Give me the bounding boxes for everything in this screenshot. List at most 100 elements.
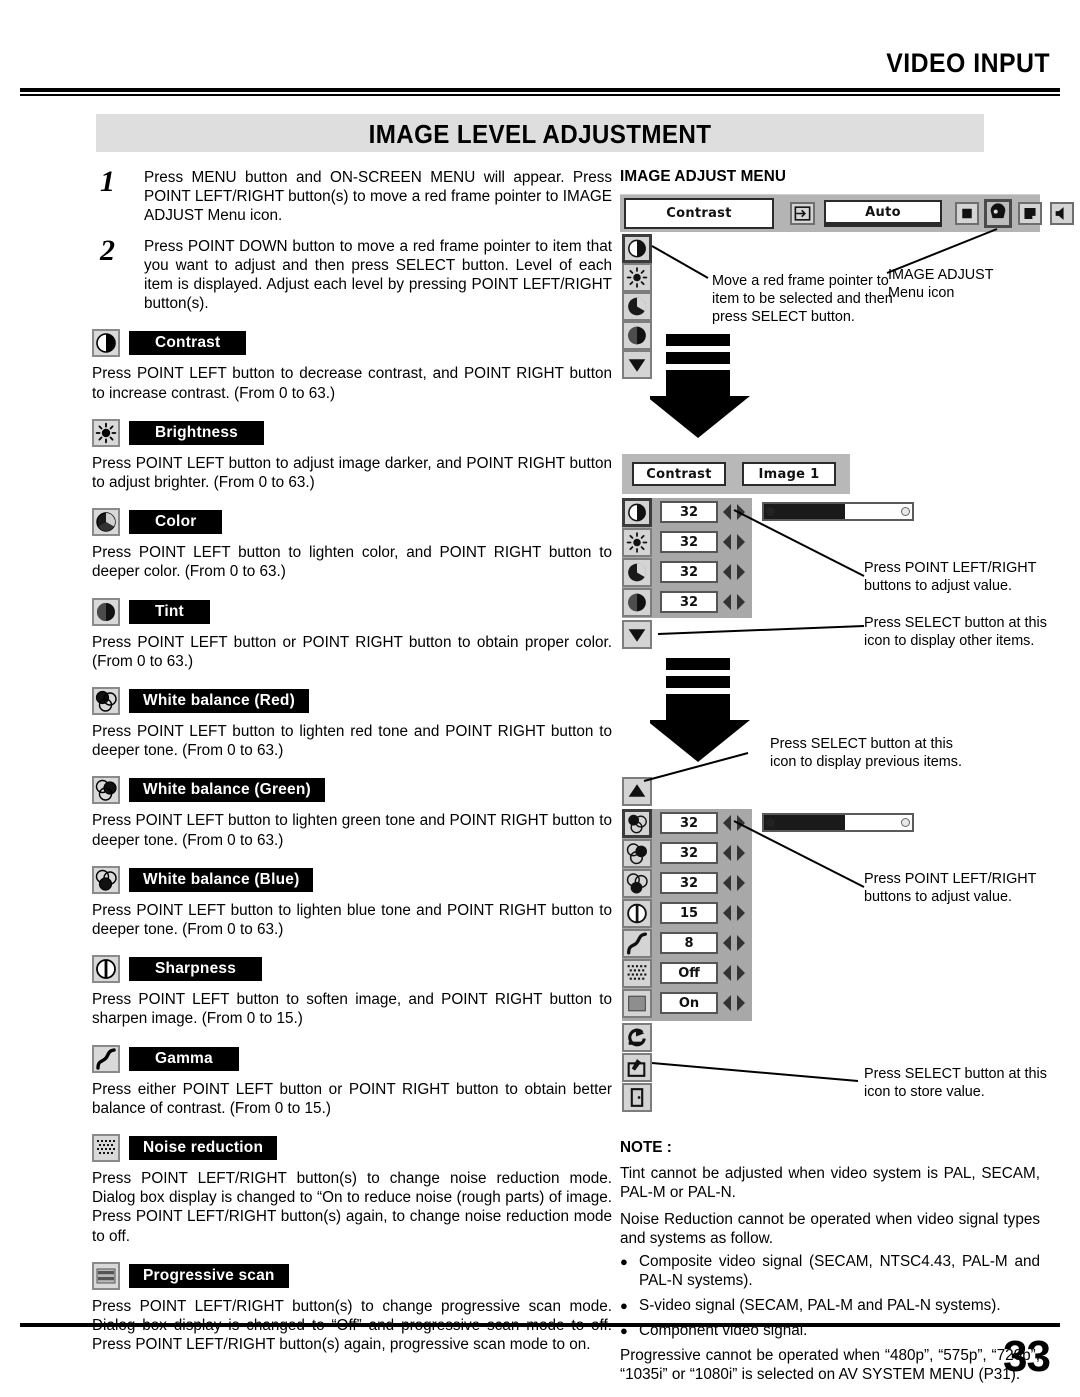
item-tint: Tint Press POINT LEFT button or POINT RI… (92, 597, 612, 671)
note-paragraph: Tint cannot be adjusted when video syste… (620, 1165, 1040, 1201)
osd-auto-field[interactable]: Auto (824, 200, 942, 227)
tint-icon[interactable] (622, 321, 652, 350)
white-balance-blue-icon (92, 865, 120, 894)
page-title: IMAGE LEVEL ADJUSTMENT (368, 119, 712, 149)
osd-panel2-item-field[interactable]: Contrast (632, 462, 726, 486)
tint-icon[interactable] (622, 588, 652, 617)
osd-panel-image-adjust-2: Press SELECT button at this icon to disp… (620, 736, 1047, 1112)
contrast-icon[interactable] (622, 498, 652, 527)
step-text: Press MENU button and ON-SCREEN MENU wil… (144, 169, 612, 225)
left-right-arrows-icon[interactable] (721, 902, 747, 924)
left-right-arrows-icon[interactable] (721, 932, 747, 954)
item-label: Progressive scan (129, 1263, 289, 1288)
footer-rule (20, 1323, 1060, 1327)
osd-screenshot-title: IMAGE ADJUST MENU (620, 168, 787, 185)
step-text: Press POINT DOWN button to move a red fr… (144, 237, 612, 313)
left-right-arrows-icon[interactable] (721, 591, 747, 613)
store-icon[interactable] (622, 1053, 652, 1082)
value-tint[interactable]: 32 (660, 591, 718, 613)
progressive-scan-icon[interactable] (622, 989, 652, 1018)
note-bullet: Composite video signal (SECAM, NTSC4.43,… (620, 1252, 1040, 1290)
item-label: Contrast (129, 331, 247, 356)
leader-line-adjust-3 (733, 820, 865, 888)
item-label: White balance (Blue) (129, 867, 314, 892)
item-description: Press POINT LEFT button to soften image,… (92, 991, 612, 1028)
section-title-bar: IMAGE LEVEL ADJUSTMENT (96, 114, 984, 152)
left-right-arrows-icon[interactable] (721, 992, 747, 1014)
item-description: Press POINT LEFT button to lighten green… (92, 812, 612, 849)
page-header: VIDEO INPUT (0, 0, 1080, 100)
reset-icon[interactable] (622, 1023, 652, 1052)
item-white-balance-red: White balance (Red) Press POINT LEFT but… (92, 687, 612, 760)
note-title: NOTE : (620, 1139, 672, 1156)
osd-panel2-image-field[interactable]: Image 1 (742, 462, 836, 486)
screen-icon[interactable] (955, 202, 979, 225)
input-source-icon[interactable] (790, 202, 815, 225)
step-2: 2 Press POINT DOWN button to move a red … (92, 233, 612, 314)
item-description: Press POINT LEFT button to decrease cont… (92, 365, 612, 402)
step-number: 2 (100, 233, 115, 267)
osd-panel-menu: Contrast Auto Move a red frame pointer t… (620, 194, 1074, 438)
value-white-balance-blue[interactable]: 32 (660, 872, 718, 894)
item-gamma: Gamma Press either POINT LEFT button or … (92, 1044, 612, 1118)
osd-current-item-field[interactable]: Contrast (624, 198, 774, 229)
item-white-balance-green: White balance (Green) Press POINT LEFT b… (92, 776, 612, 849)
item-noise-reduction: Noise reduction Press POINT LEFT/RIGHT b… (92, 1134, 612, 1246)
value-gamma[interactable]: 8 (660, 932, 718, 954)
page-number: 33 (1003, 1332, 1051, 1381)
sharpness-icon[interactable] (622, 899, 652, 928)
annotation-display-previous-items: Press SELECT button at this icon to disp… (770, 736, 962, 770)
note-block: NOTE : Tint cannot be adjusted when vide… (620, 1139, 1040, 1384)
leader-line-adjust-2 (733, 509, 865, 577)
color-icon[interactable] (622, 292, 652, 321)
note-bullet: S-video signal (SECAM, PAL-M and PAL-N s… (620, 1296, 1040, 1315)
item-label: Noise reduction (129, 1136, 278, 1161)
brightness-icon[interactable] (622, 263, 652, 292)
step-number: 1 (100, 165, 115, 198)
noise-reduction-icon (92, 1134, 120, 1163)
quit-icon[interactable] (622, 1083, 652, 1112)
item-sharpness: Sharpness Press POINT LEFT button to sof… (92, 955, 612, 1028)
osd-panel-image-adjust: Contrast Image 1 32 32 32 32 Press POINT… (620, 454, 1047, 769)
item-label: Tint (129, 599, 210, 624)
contrast-icon[interactable] (622, 234, 652, 263)
value-contrast[interactable]: 32 (660, 501, 718, 523)
item-brightness: Brightness Press POINT LEFT button to ad… (92, 418, 612, 492)
value-progressive-scan[interactable]: On (660, 992, 718, 1014)
gamma-icon[interactable] (622, 929, 652, 958)
value-color[interactable]: 32 (660, 561, 718, 583)
annotation-image-adjust-menu-icon: IMAGE ADJUST Menu icon (888, 267, 994, 301)
white-balance-blue-icon[interactable] (622, 869, 652, 898)
item-description: Press POINT LEFT/RIGHT button(s) to chan… (92, 1170, 612, 1245)
item-label: Sharpness (129, 957, 263, 982)
item-contrast: Contrast Press POINT LEFT button to decr… (92, 329, 612, 402)
item-description: Press POINT LEFT button or POINT RIGHT b… (92, 633, 612, 670)
white-balance-green-icon[interactable] (622, 839, 652, 868)
value-noise-reduction[interactable]: Off (660, 962, 718, 984)
value-brightness[interactable]: 32 (660, 531, 718, 553)
value-white-balance-red[interactable]: 32 (660, 812, 718, 834)
brightness-icon[interactable] (622, 528, 652, 557)
leader-line-store-value (651, 1062, 859, 1082)
item-white-balance-blue: White balance (Blue) Press POINT LEFT bu… (92, 865, 612, 939)
value-sharpness[interactable]: 15 (660, 902, 718, 924)
value-white-balance-green[interactable]: 32 (660, 842, 718, 864)
white-balance-red-icon[interactable] (622, 809, 652, 838)
item-label: Color (129, 510, 223, 535)
image-select-icon[interactable] (1018, 202, 1042, 225)
sound-icon[interactable] (1050, 202, 1074, 225)
image-adjust-icon[interactable] (984, 199, 1012, 228)
noise-reduction-icon[interactable] (622, 959, 652, 988)
note-closing: Progressive cannot be operated when “480… (620, 1347, 1040, 1383)
item-label: Brightness (129, 420, 264, 445)
brightness-icon (92, 418, 120, 447)
scroll-down-icon[interactable] (622, 350, 652, 379)
item-color: Color Press POINT LEFT button to lighten… (92, 508, 612, 581)
contrast-icon (92, 329, 120, 358)
color-icon[interactable] (622, 558, 652, 587)
left-right-arrows-icon[interactable] (721, 962, 747, 984)
flow-arrow-down-1 (650, 334, 750, 438)
scroll-down-icon[interactable] (622, 620, 652, 649)
header-category: VIDEO INPUT (886, 48, 1050, 78)
leader-line-pointer (651, 245, 709, 279)
